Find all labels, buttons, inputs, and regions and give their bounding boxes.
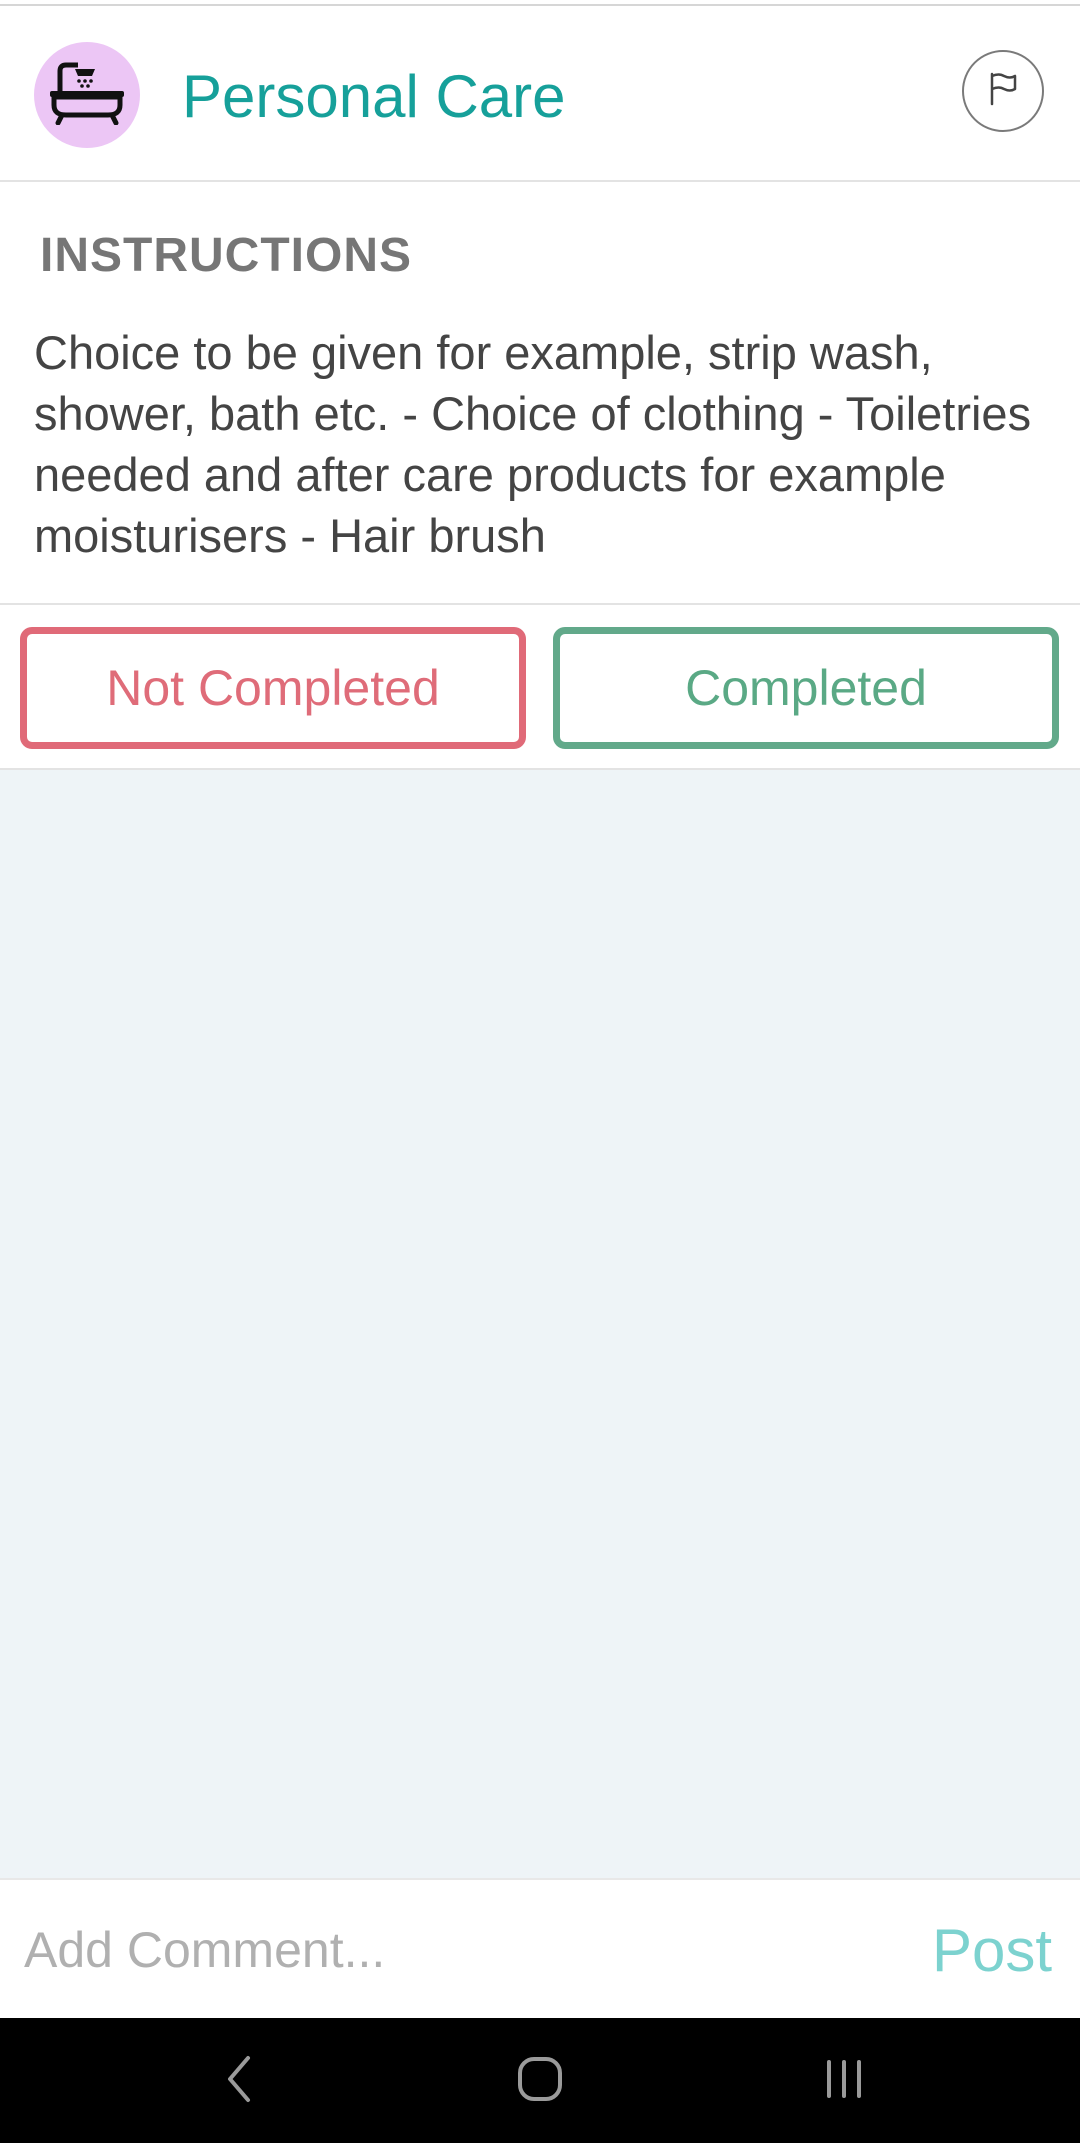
flag-icon [987,72,1019,111]
instructions-section: INSTRUCTIONS Choice to be given for exam… [0,182,1080,605]
instructions-text: Choice to be given for example, strip wa… [34,326,1032,562]
instructions-heading: INSTRUCTIONS [40,229,412,282]
nav-recents-button[interactable] [804,2046,884,2116]
bathtub-icon [48,61,126,130]
system-nav-bar [0,2018,1080,2143]
post-button[interactable]: Post [932,1916,1052,1986]
nav-back-button[interactable] [200,2046,280,2116]
comments-area [0,770,1080,1878]
task-header: Personal Care [0,8,1080,182]
comment-input[interactable] [24,1910,884,1990]
top-divider [0,0,1080,6]
category-avatar [34,42,140,148]
page-title: Personal Care [182,63,566,130]
recents-icon [821,2056,867,2107]
home-icon [517,2056,563,2107]
nav-home-button[interactable] [500,2046,580,2116]
completion-actions: Not Completed Completed [0,605,1080,770]
not-completed-button[interactable]: Not Completed [20,627,526,749]
comment-bar: Post [0,1878,1080,2018]
completed-button[interactable]: Completed [553,627,1059,749]
personal-care-screen: Personal Care INSTRUCTIONS Choice to be … [0,0,1080,2143]
back-chevron-icon [220,2054,260,2109]
flag-button[interactable] [962,50,1044,132]
